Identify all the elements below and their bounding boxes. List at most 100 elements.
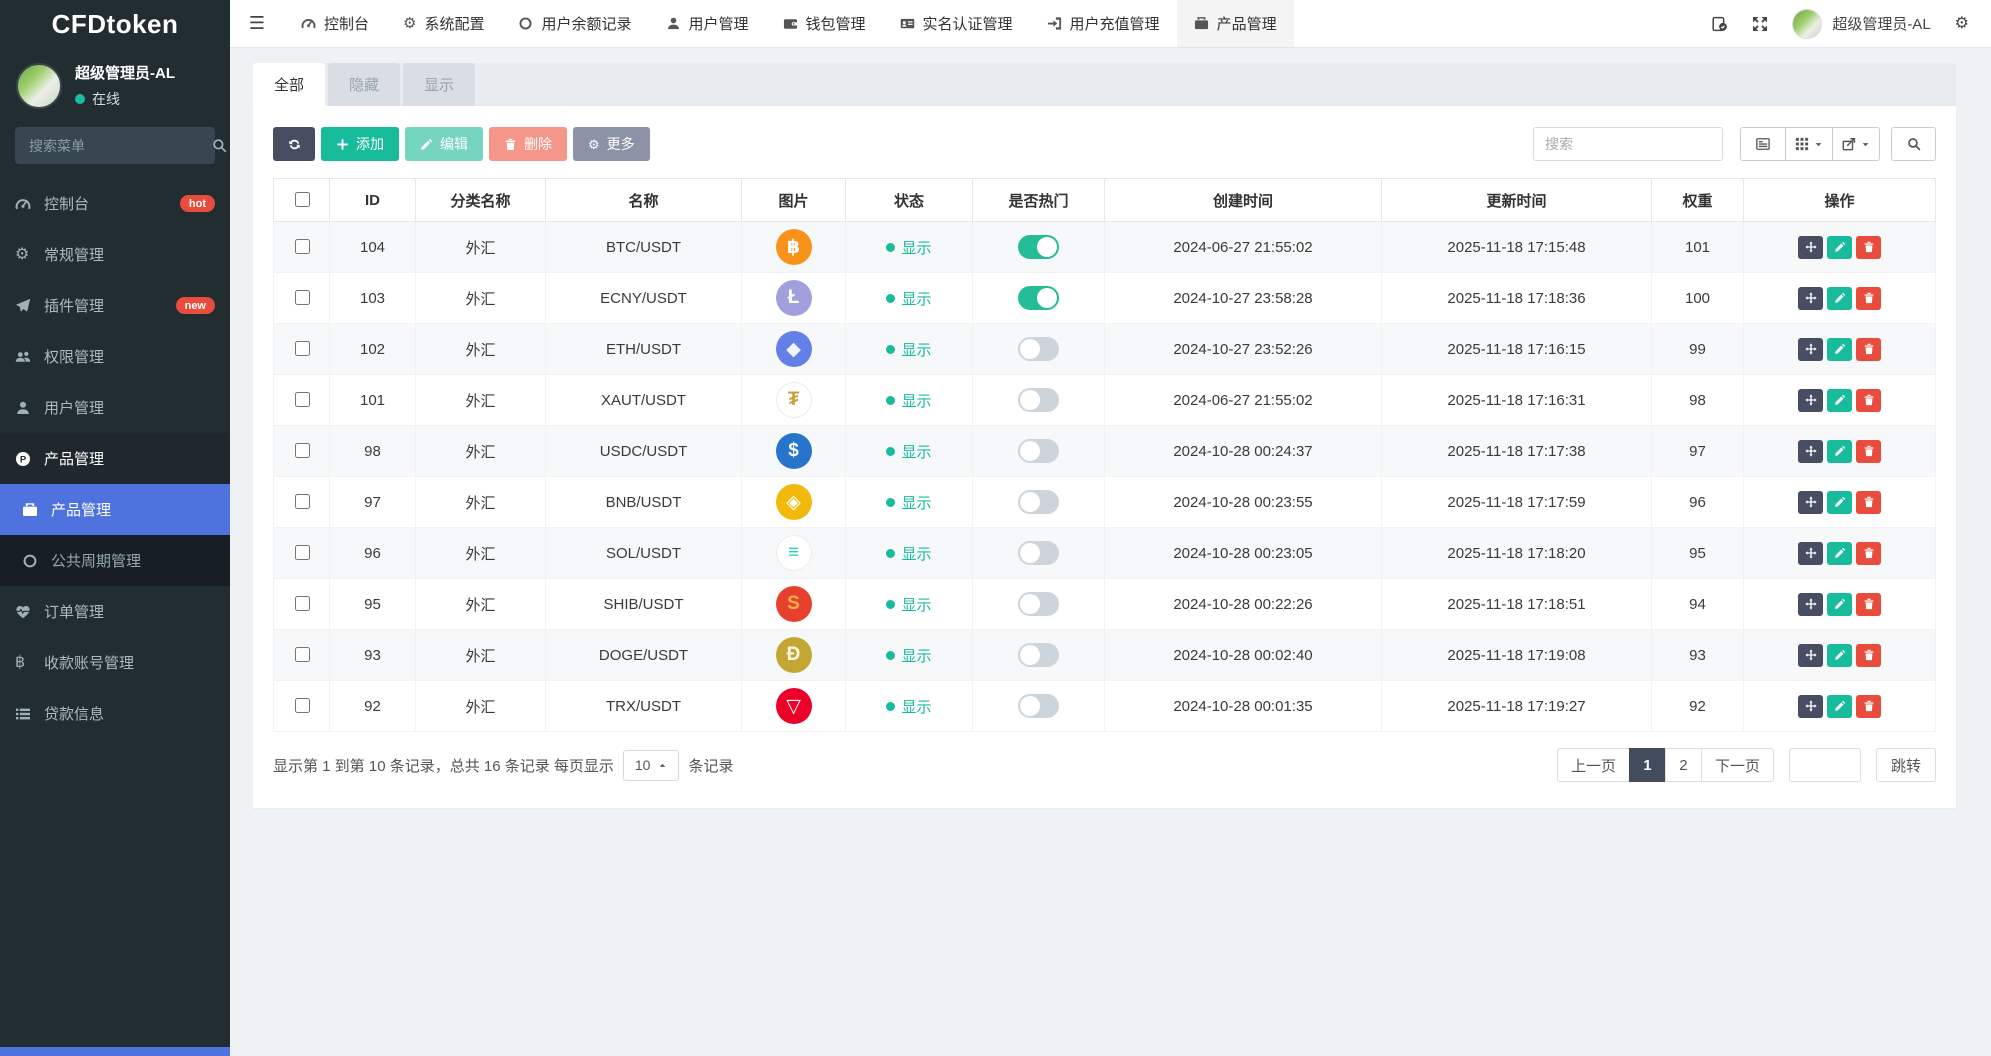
- export-button[interactable]: [1832, 127, 1880, 161]
- topnav-item-signin[interactable]: 用户充值管理: [1030, 0, 1177, 47]
- hot-toggle[interactable]: [1018, 592, 1059, 616]
- select-all-checkbox[interactable]: [295, 192, 310, 207]
- topnav-item-circle[interactable]: 用户余额记录: [501, 0, 648, 47]
- edit-row-button[interactable]: [1827, 287, 1852, 310]
- row-checkbox[interactable]: [295, 341, 310, 356]
- move-button[interactable]: [1798, 389, 1823, 412]
- sidebar-item-list[interactable]: 贷款信息: [0, 688, 230, 739]
- hot-toggle[interactable]: [1018, 337, 1059, 361]
- next-page-button[interactable]: 下一页: [1701, 748, 1774, 782]
- eth-icon: ◆: [776, 331, 812, 367]
- sidebar-item-user[interactable]: 用户管理: [0, 382, 230, 433]
- sidebar-item-product[interactable]: P产品管理: [0, 433, 230, 484]
- fullscreen-icon[interactable]: [1752, 16, 1768, 32]
- move-button[interactable]: [1798, 236, 1823, 259]
- sidebar-item-briefcase[interactable]: 产品管理: [0, 484, 230, 535]
- hot-toggle[interactable]: [1018, 388, 1059, 412]
- page-size-dropdown[interactable]: 10: [623, 750, 680, 781]
- hot-toggle[interactable]: [1018, 439, 1059, 463]
- edit-row-button[interactable]: [1827, 389, 1852, 412]
- edit-row-button[interactable]: [1827, 593, 1852, 616]
- edit-row-button[interactable]: [1827, 236, 1852, 259]
- sidebar-item-users[interactable]: 权限管理: [0, 331, 230, 382]
- add-button[interactable]: 添加: [321, 127, 399, 161]
- hot-toggle[interactable]: [1018, 694, 1059, 718]
- move-button[interactable]: [1798, 695, 1823, 718]
- tab-隐藏[interactable]: 隐藏: [328, 63, 400, 106]
- sidebar-item-bitcoin[interactable]: ฿收款账号管理: [0, 637, 230, 688]
- hot-toggle[interactable]: [1018, 235, 1059, 259]
- hot-toggle[interactable]: [1018, 541, 1059, 565]
- cell-created: 2024-10-27 23:52:26: [1105, 324, 1382, 375]
- delete-row-button[interactable]: [1856, 287, 1881, 310]
- hot-toggle[interactable]: [1018, 286, 1059, 310]
- settings-gears-icon[interactable]: ⚙: [1955, 16, 1969, 32]
- more-button[interactable]: ⚙更多: [573, 127, 650, 161]
- hot-toggle[interactable]: [1018, 490, 1059, 514]
- tab-全部[interactable]: 全部: [253, 63, 325, 106]
- move-button[interactable]: [1798, 440, 1823, 463]
- move-button[interactable]: [1798, 491, 1823, 514]
- row-checkbox[interactable]: [295, 545, 310, 560]
- edit-row-button[interactable]: [1827, 644, 1852, 667]
- move-button[interactable]: [1798, 287, 1823, 310]
- row-checkbox[interactable]: [295, 698, 310, 713]
- row-checkbox[interactable]: [295, 392, 310, 407]
- move-button[interactable]: [1798, 542, 1823, 565]
- jump-button[interactable]: 跳转: [1876, 748, 1936, 782]
- row-checkbox[interactable]: [295, 647, 310, 662]
- search-button[interactable]: [1891, 127, 1936, 161]
- delete-row-button[interactable]: [1856, 644, 1881, 667]
- user-menu[interactable]: 超级管理员-AL: [1792, 9, 1930, 39]
- sidebar-item-circle[interactable]: 公共周期管理: [0, 535, 230, 586]
- page-button-1[interactable]: 1: [1629, 748, 1665, 782]
- delete-row-button[interactable]: [1856, 491, 1881, 514]
- row-checkbox[interactable]: [295, 239, 310, 254]
- delete-row-button[interactable]: [1856, 236, 1881, 259]
- edit-row-button[interactable]: [1827, 440, 1852, 463]
- menu-icon[interactable]: ☰: [230, 0, 284, 47]
- sidebar-item-rocket[interactable]: 插件管理new: [0, 280, 230, 331]
- topnav-item-gear[interactable]: ⚙系统配置: [386, 0, 501, 47]
- topnav-item-idcard[interactable]: 实名认证管理: [883, 0, 1030, 47]
- topnav-item-user[interactable]: 用户管理: [649, 0, 766, 47]
- row-checkbox[interactable]: [295, 290, 310, 305]
- tab-显示[interactable]: 显示: [403, 63, 475, 106]
- delete-button[interactable]: 删除: [489, 127, 567, 161]
- refresh-button[interactable]: [273, 127, 315, 161]
- topnav-item-dashboard[interactable]: 控制台: [284, 0, 386, 47]
- delete-row-button[interactable]: [1856, 593, 1881, 616]
- delete-row-button[interactable]: [1856, 440, 1881, 463]
- edit-row-button[interactable]: [1827, 695, 1852, 718]
- row-checkbox[interactable]: [295, 443, 310, 458]
- jump-page-input[interactable]: [1789, 748, 1861, 782]
- delete-row-button[interactable]: [1856, 338, 1881, 361]
- move-button[interactable]: [1798, 593, 1823, 616]
- table-search-input[interactable]: [1533, 127, 1723, 161]
- page-button-2[interactable]: 2: [1665, 748, 1701, 782]
- topnav-item-briefcase[interactable]: 产品管理: [1177, 0, 1294, 47]
- move-button[interactable]: [1798, 644, 1823, 667]
- sidebar-search-input[interactable]: [27, 137, 212, 155]
- edit-row-button[interactable]: [1827, 491, 1852, 514]
- move-button[interactable]: [1798, 338, 1823, 361]
- edit-button[interactable]: 编辑: [405, 127, 483, 161]
- sidebar-item-cogs[interactable]: ⚙常规管理: [0, 229, 230, 280]
- hot-toggle[interactable]: [1018, 643, 1059, 667]
- delete-row-button[interactable]: [1856, 389, 1881, 412]
- columns-button[interactable]: [1785, 127, 1832, 161]
- prev-page-button[interactable]: 上一页: [1557, 748, 1629, 782]
- content: 全部隐藏显示 添加编辑删除⚙更多 ID分类名称名称图片状态是否热门创建时间更新时…: [230, 48, 1991, 808]
- delete-row-button[interactable]: [1856, 542, 1881, 565]
- detail-view-button[interactable]: [1740, 127, 1785, 161]
- row-checkbox[interactable]: [295, 596, 310, 611]
- edit-row-button[interactable]: [1827, 338, 1852, 361]
- clear-cache-icon[interactable]: [1712, 16, 1728, 32]
- sidebar-item-dashboard[interactable]: 控制台hot: [0, 178, 230, 229]
- edit-row-button[interactable]: [1827, 542, 1852, 565]
- cell-name: TRX/USDT: [546, 681, 742, 732]
- delete-row-button[interactable]: [1856, 695, 1881, 718]
- sidebar-item-heartbeat[interactable]: 订单管理: [0, 586, 230, 637]
- row-checkbox[interactable]: [295, 494, 310, 509]
- topnav-item-wallet[interactable]: 钱包管理: [766, 0, 883, 47]
